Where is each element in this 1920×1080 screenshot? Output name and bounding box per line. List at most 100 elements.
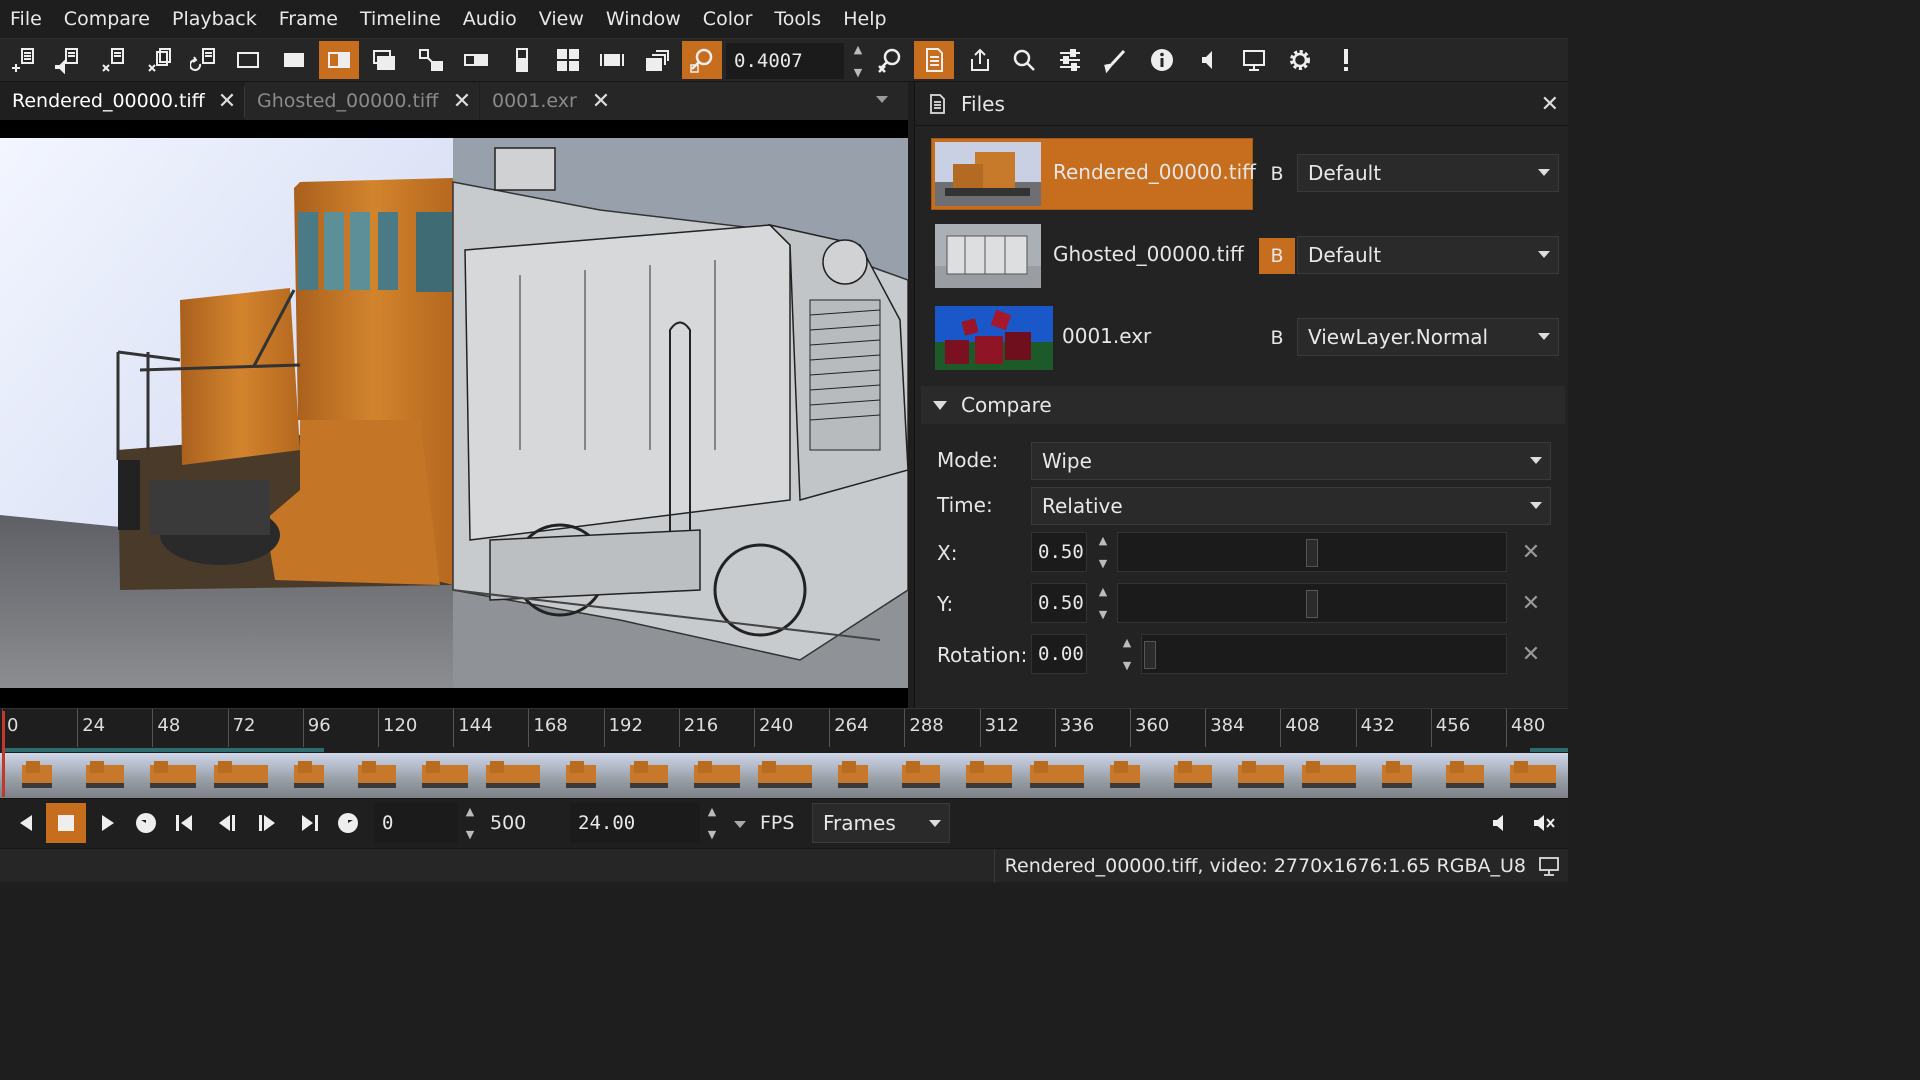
play-forward-icon[interactable] <box>88 803 128 843</box>
full-screen-icon[interactable] <box>637 41 677 79</box>
tab-menu-chevron-icon[interactable] <box>876 96 888 103</box>
compare-tile-icon[interactable] <box>548 41 588 79</box>
spin-down-icon[interactable]: ▼ <box>466 828 474 841</box>
y-slider[interactable] <box>1117 583 1507 623</box>
zoom-reset-icon[interactable] <box>870 41 910 79</box>
slider-handle[interactable] <box>1306 539 1318 567</box>
rotation-field[interactable]: 0.00 <box>1031 634 1087 674</box>
thumbnail-strip[interactable] <box>0 753 1568 799</box>
reset-y-icon[interactable]: ✕ <box>1521 591 1541 616</box>
time-dropdown[interactable]: Relative <box>1031 487 1551 525</box>
b-button[interactable]: B <box>1259 156 1295 192</box>
playhead[interactable] <box>2 711 5 797</box>
b-button[interactable]: B <box>1259 238 1295 274</box>
x-slider[interactable] <box>1117 532 1507 572</box>
image-viewport[interactable] <box>0 120 908 708</box>
close-icon[interactable] <box>94 41 134 79</box>
compare-horizontal-icon[interactable] <box>456 41 496 79</box>
export-icon[interactable] <box>960 41 1000 79</box>
tab-rendered[interactable]: Rendered_00000.tiff ✕ <box>0 82 244 120</box>
color-controls-icon[interactable] <box>1050 41 1090 79</box>
zoom-spinner[interactable]: ▲ ▼ <box>850 43 866 79</box>
spin-down-icon[interactable]: ▼ <box>708 828 716 841</box>
rotation-spinner[interactable]: ▲ ▼ <box>1119 636 1135 672</box>
layer-dropdown[interactable]: Default <box>1297 154 1559 192</box>
y-field[interactable]: 0.50 <box>1031 583 1087 623</box>
in-point-icon[interactable] <box>126 803 166 843</box>
step-back-icon[interactable] <box>206 803 246 843</box>
info-icon[interactable] <box>1142 41 1182 79</box>
x-field[interactable]: 0.50 <box>1031 532 1087 572</box>
go-to-start-icon[interactable] <box>164 803 204 843</box>
mode-dropdown[interactable]: Wipe <box>1031 442 1551 480</box>
layer-dropdown[interactable]: ViewLayer.Normal <box>1297 318 1559 356</box>
file-item[interactable]: Ghosted_00000.tiff B Default <box>931 220 1571 292</box>
devices-icon[interactable] <box>1234 41 1274 79</box>
play-reverse-icon[interactable] <box>6 803 46 843</box>
compare-b-icon[interactable] <box>274 41 314 79</box>
compare-overlay-icon[interactable] <box>364 41 404 79</box>
step-forward-icon[interactable] <box>248 803 288 843</box>
y-spinner[interactable]: ▲ ▼ <box>1095 585 1111 621</box>
compare-difference-icon[interactable] <box>410 41 450 79</box>
devices-status-icon[interactable] <box>1538 855 1560 877</box>
reset-rotation-icon[interactable]: ✕ <box>1521 642 1541 667</box>
spin-down-icon[interactable]: ▼ <box>1099 557 1107 570</box>
menu-playback[interactable]: Playback <box>172 8 268 30</box>
tab-exr[interactable]: 0001.exr ✕ <box>480 82 618 120</box>
close-all-icon[interactable] <box>140 41 180 79</box>
timeline[interactable]: 0 24 48 72 96 120 144 168 192 216 240 264 288 312 336 3… <box>0 708 1568 799</box>
current-frame-field[interactable]: 0 <box>374 803 458 843</box>
spin-up-icon[interactable]: ▲ <box>708 805 716 818</box>
menu-help[interactable]: Help <box>843 8 897 30</box>
menu-view[interactable]: View <box>539 8 595 30</box>
view-icon[interactable] <box>1004 41 1044 79</box>
open-audio-icon[interactable] <box>48 41 88 79</box>
menu-audio[interactable]: Audio <box>463 8 528 30</box>
annotation-icon[interactable] <box>1096 41 1136 79</box>
spin-up-icon[interactable]: ▲ <box>854 43 862 56</box>
compare-section-header[interactable]: Compare <box>921 386 1565 424</box>
spin-up-icon[interactable]: ▲ <box>1099 534 1107 547</box>
messages-icon[interactable] <box>1326 41 1366 79</box>
spin-up-icon[interactable]: ▲ <box>466 805 474 818</box>
open-icon[interactable] <box>4 41 44 79</box>
frame-spinner[interactable]: ▲ ▼ <box>462 805 478 841</box>
stop-icon[interactable] <box>46 803 86 843</box>
timeline-ruler[interactable]: 0 24 48 72 96 120 144 168 192 216 240 264 288 312 336 3… <box>0 709 1568 751</box>
slider-handle[interactable] <box>1306 590 1318 618</box>
compare-wipe-icon[interactable] <box>319 41 359 79</box>
b-button[interactable]: B <box>1259 320 1295 356</box>
volume-icon[interactable] <box>1480 803 1520 843</box>
menu-frame[interactable]: Frame <box>279 8 349 30</box>
close-tab-icon[interactable]: ✕ <box>584 82 618 120</box>
frame-view-icon[interactable] <box>592 41 632 79</box>
menu-compare[interactable]: Compare <box>64 8 161 30</box>
close-panel-icon[interactable]: ✕ <box>1541 92 1559 117</box>
files-icon[interactable] <box>914 41 954 79</box>
fps-menu-chevron-icon[interactable] <box>734 821 746 828</box>
spin-down-icon[interactable]: ▼ <box>854 66 862 79</box>
file-item[interactable]: 0001.exr B ViewLayer.Normal <box>931 302 1571 374</box>
layer-dropdown[interactable]: Default <box>1297 236 1559 274</box>
mute-icon[interactable] <box>1524 803 1564 843</box>
audio-icon[interactable] <box>1188 41 1228 79</box>
menu-tools[interactable]: Tools <box>774 8 832 30</box>
rotation-slider[interactable] <box>1141 634 1507 674</box>
spin-down-icon[interactable]: ▼ <box>1123 659 1131 672</box>
zoom-field[interactable]: 0.4007 <box>726 43 844 79</box>
close-tab-icon[interactable]: ✕ <box>210 82 244 120</box>
menu-file[interactable]: File <box>10 8 53 30</box>
go-to-end-icon[interactable] <box>290 803 330 843</box>
compare-vertical-icon[interactable] <box>502 41 542 79</box>
tab-ghosted[interactable]: Ghosted_00000.tiff ✕ <box>245 82 479 120</box>
time-units-dropdown[interactable]: Frames <box>812 803 950 843</box>
zoom-fit-icon[interactable] <box>682 41 722 79</box>
compare-a-icon[interactable] <box>228 41 268 79</box>
menu-color[interactable]: Color <box>703 8 764 30</box>
file-item[interactable]: Rendered_00000.tiff B Default <box>931 138 1571 210</box>
menu-window[interactable]: Window <box>606 8 692 30</box>
x-spinner[interactable]: ▲ ▼ <box>1095 534 1111 570</box>
spin-down-icon[interactable]: ▼ <box>1099 608 1107 621</box>
slider-handle[interactable] <box>1144 641 1156 669</box>
